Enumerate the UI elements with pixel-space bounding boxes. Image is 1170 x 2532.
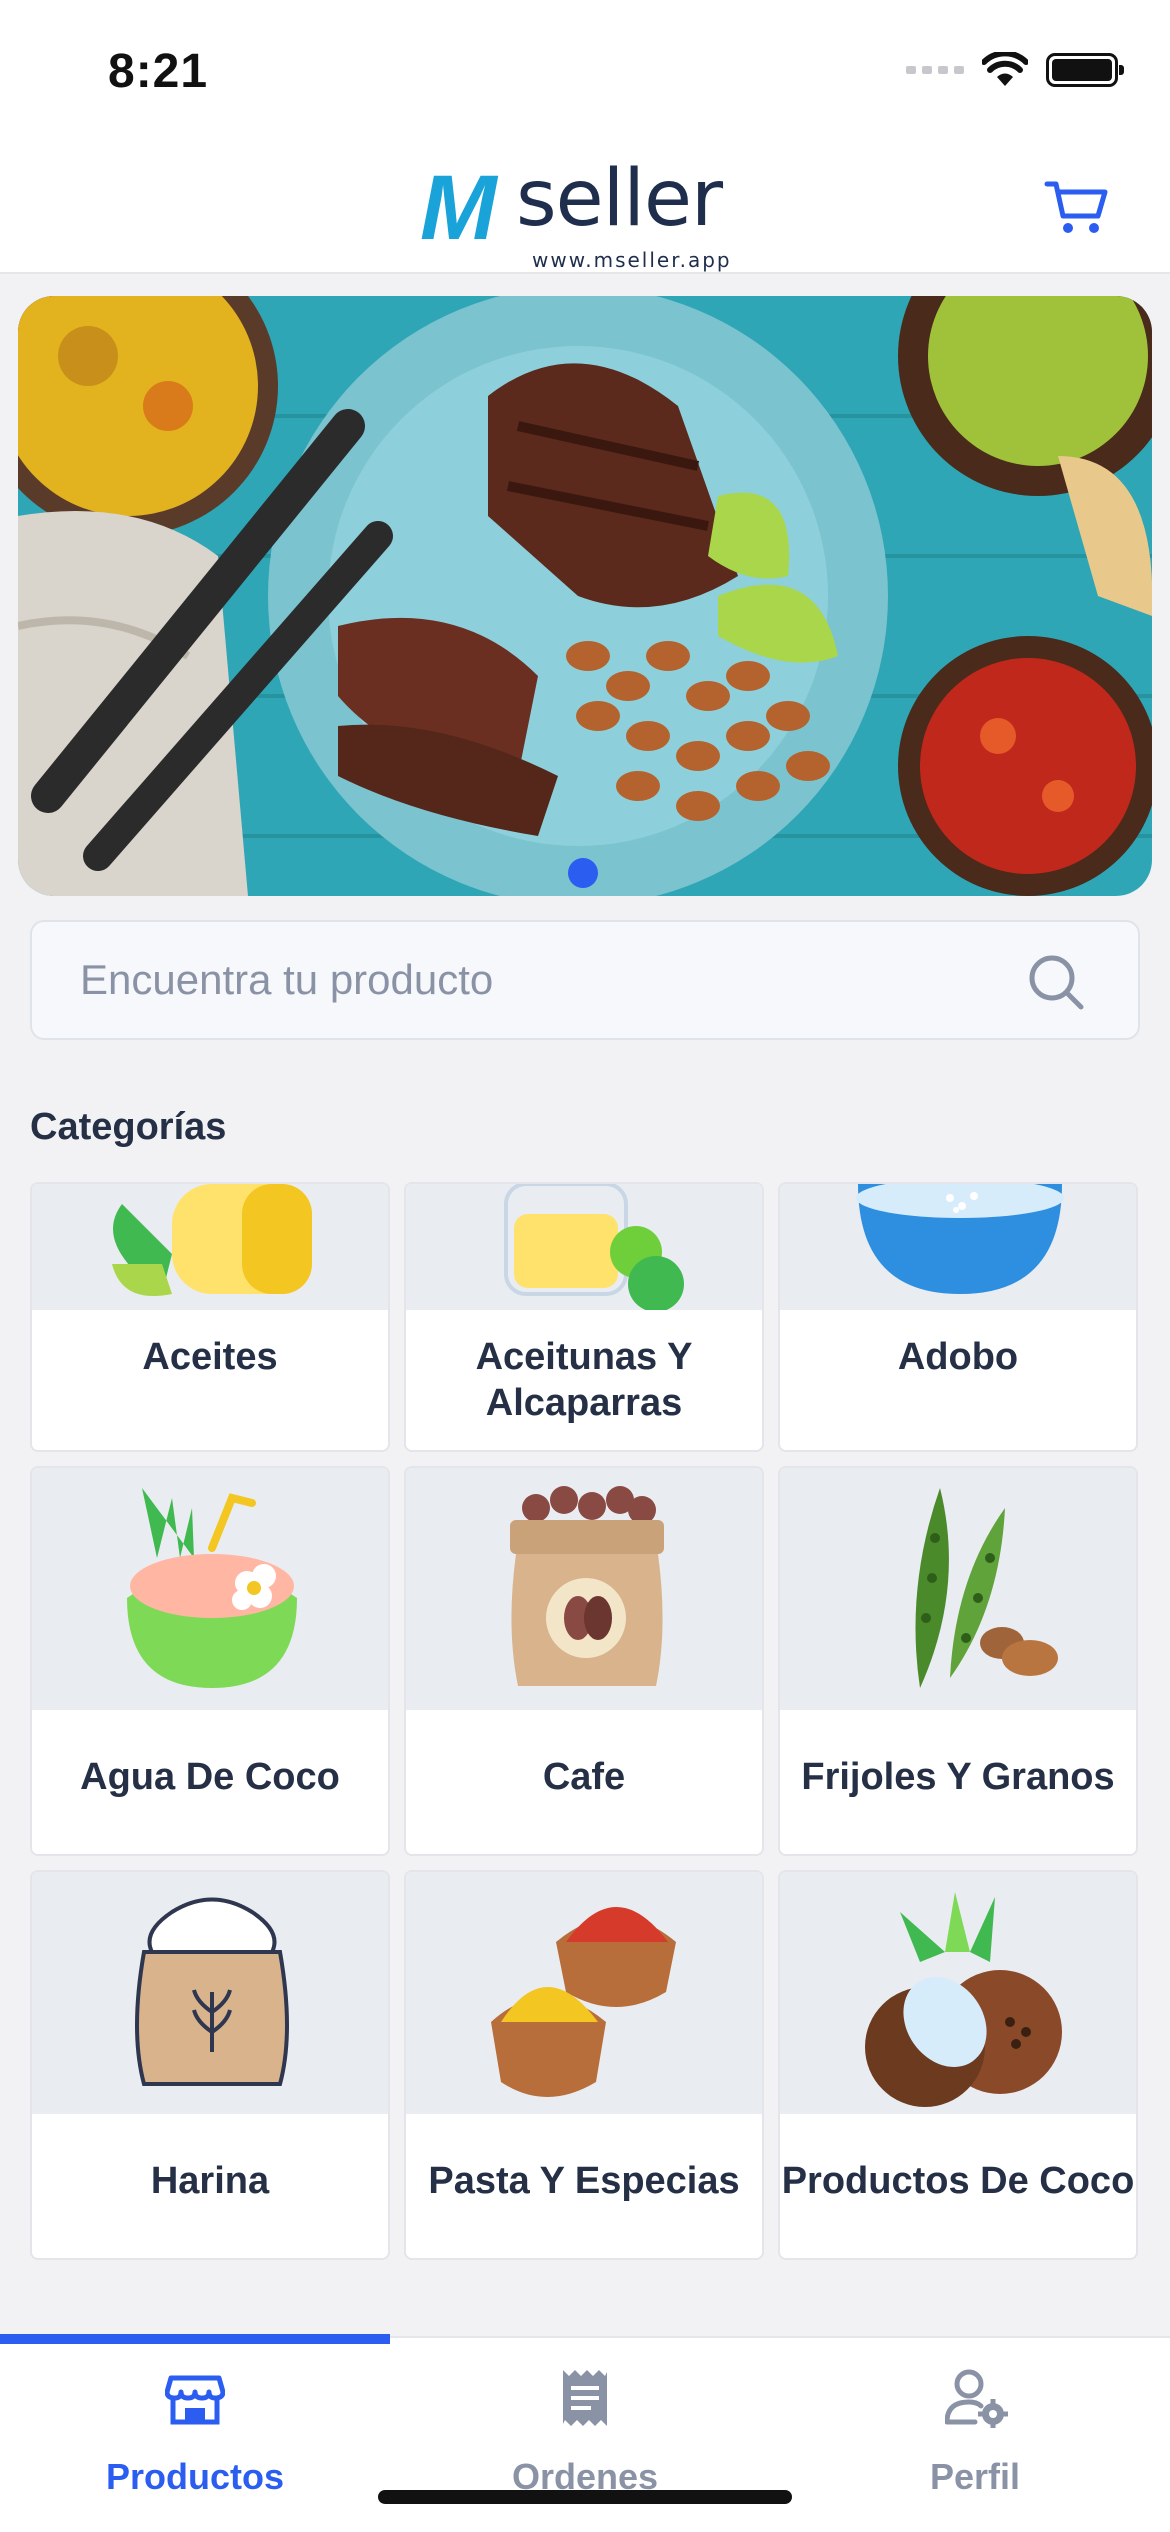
app-header: M seller www.mseller.app [0, 140, 1170, 274]
category-card-adobo[interactable]: Adobo [778, 1182, 1138, 1452]
category-label: Aceites [142, 1336, 278, 1378]
coconut-drink-icon [127, 1488, 297, 1688]
categories-title: Categorías [30, 1106, 227, 1148]
category-card-frijoles[interactable]: Frijoles Y Granos [778, 1466, 1138, 1856]
battery-icon [1046, 53, 1124, 87]
wifi-icon [982, 52, 1028, 86]
seasoning-bowl-icon [856, 1184, 1064, 1294]
category-card-productos-coco[interactable]: Productos De Coco [778, 1870, 1138, 2260]
search-bar[interactable] [30, 920, 1140, 1040]
category-label: Aceitunas Y Alcaparras [475, 1336, 693, 1424]
cart-button[interactable] [1044, 178, 1110, 238]
receipt-icon [563, 2370, 607, 2426]
banner-image [18, 296, 1152, 896]
nav-item-perfil[interactable]: Perfil [780, 2338, 1170, 2508]
logo-word: seller [516, 154, 723, 244]
status-time: 8:21 [108, 45, 209, 98]
category-label: Pasta Y Especias [428, 2160, 740, 2202]
home-indicator[interactable] [378, 2490, 792, 2504]
coconut-icon [865, 1892, 1062, 2107]
nav-label-perfil: Perfil [929, 2456, 1021, 2497]
category-label: Cafe [542, 1756, 626, 1798]
status-icons [906, 52, 1124, 88]
user-settings-icon [945, 2369, 1008, 2428]
flour-sack-icon [135, 1897, 289, 2086]
spice-bowls-icon [491, 1907, 676, 2097]
mseller-logo: M seller www.mseller.app [420, 154, 750, 272]
logo-mark: M [420, 157, 497, 259]
category-card-cafe[interactable]: Cafe [404, 1466, 764, 1856]
coffee-bag-icon [510, 1486, 664, 1686]
category-card-harina[interactable]: Harina [30, 1870, 390, 2260]
category-label: Productos De Coco [781, 2160, 1135, 2202]
olives-jar-icon [504, 1184, 684, 1312]
signal-icon [906, 66, 964, 74]
category-card-aceitunas[interactable]: Aceitunas Y Alcaparras [404, 1182, 764, 1452]
search-input[interactable] [80, 922, 980, 1038]
status-bar: 8:21 [0, 0, 1170, 140]
nav-item-productos[interactable]: Productos [0, 2338, 390, 2508]
nav-label-productos: Productos [105, 2456, 284, 2497]
promo-banner[interactable] [18, 296, 1152, 896]
beans-pod-icon [915, 1488, 1058, 1688]
category-label: Adobo [897, 1336, 1019, 1378]
category-card-aceites[interactable]: Aceites [30, 1182, 390, 1452]
category-card-agua-de-coco[interactable]: Agua De Coco [30, 1466, 390, 1856]
store-icon [165, 2375, 225, 2425]
search-icon[interactable] [1026, 952, 1086, 1012]
cart-icon [1044, 181, 1108, 233]
logo-url: www.mseller.app [532, 248, 732, 272]
category-label: Harina [150, 2160, 270, 2202]
category-card-pasta-especias[interactable]: Pasta Y Especias [404, 1870, 764, 2260]
category-label: Agua De Coco [80, 1756, 340, 1798]
oil-icon [112, 1184, 312, 1296]
nav-item-ordenes[interactable]: Ordenes [390, 2338, 780, 2508]
category-label: Frijoles Y Granos [801, 1756, 1115, 1798]
carousel-dot-active[interactable] [568, 858, 598, 888]
